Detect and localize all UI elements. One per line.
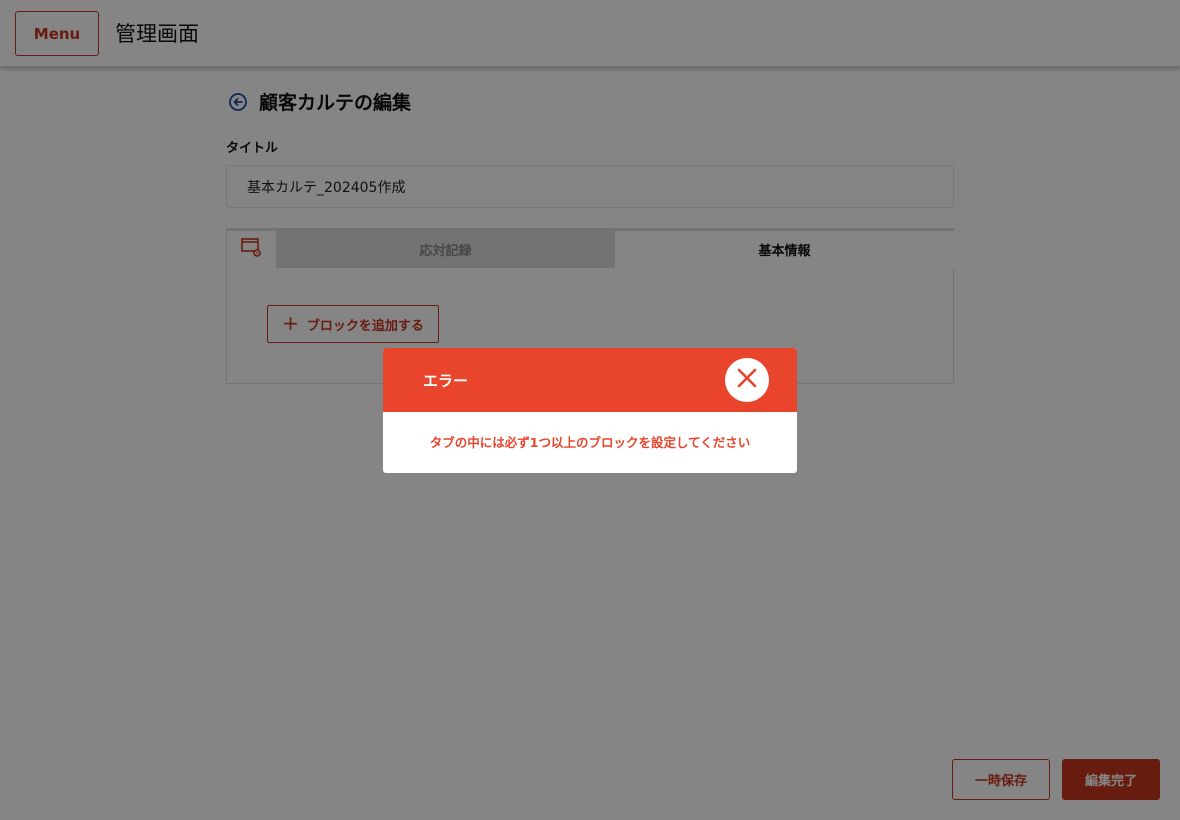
error-modal-header: エラー (383, 348, 797, 412)
error-modal: エラー タブの中には必ず1つ以上のブロックを設定してください (383, 348, 797, 473)
close-button[interactable] (725, 358, 769, 402)
close-icon (737, 368, 757, 392)
error-modal-title: エラー (423, 372, 469, 390)
error-message: タブの中には必ず1つ以上のブロックを設定してください (429, 435, 751, 450)
